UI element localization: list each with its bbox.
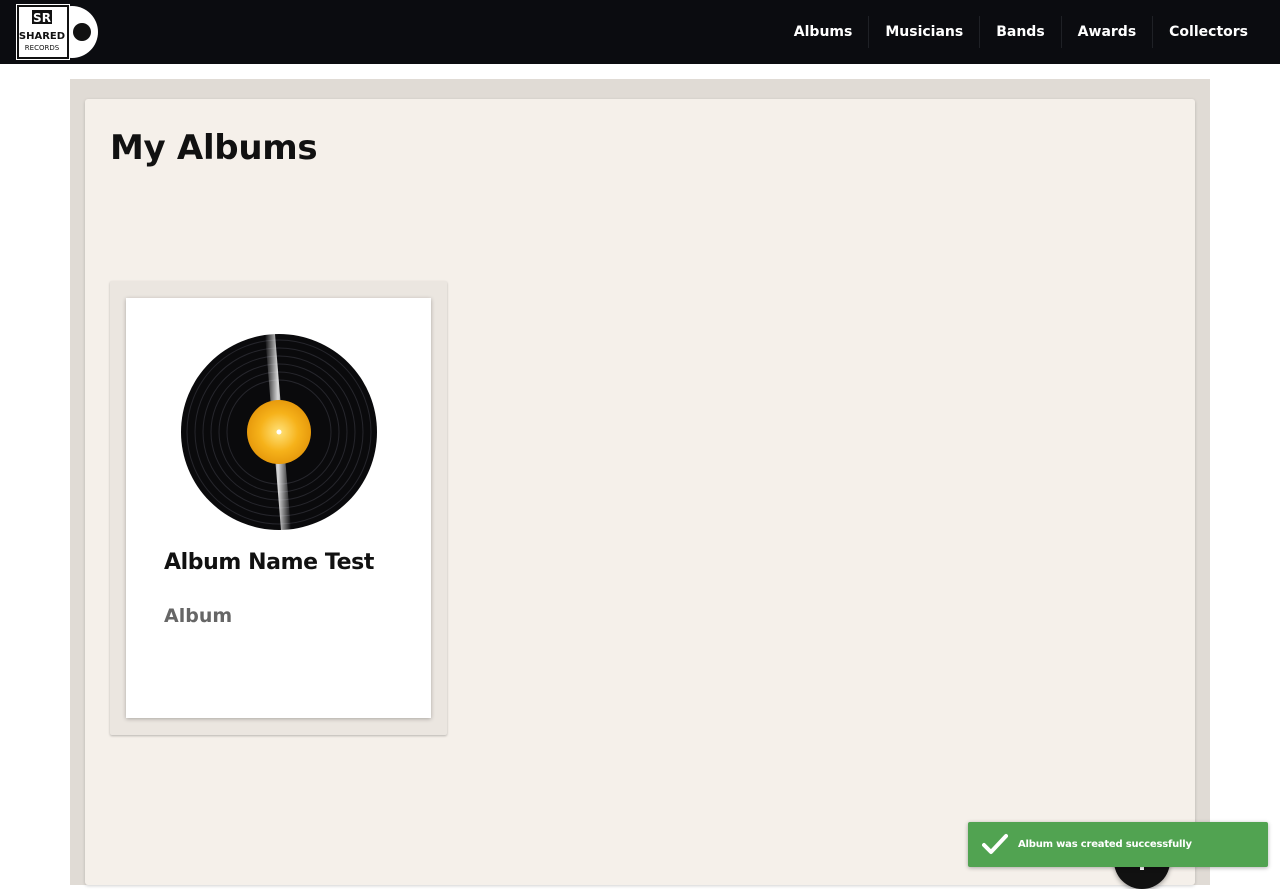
svg-text:SHARED: SHARED (19, 31, 65, 42)
vinyl-record-icon (181, 334, 377, 530)
top-navbar: SR SHARED RECORDS Albums Musicians Bands… (0, 0, 1280, 64)
main-nav: Albums Musicians Bands Awards Collectors (778, 0, 1264, 64)
toast-message: Album was created successfully (1018, 839, 1192, 850)
svg-text:SR: SR (33, 11, 51, 25)
svg-text:RECORDS: RECORDS (25, 44, 60, 52)
album-title[interactable]: Album Name Test (164, 550, 374, 575)
nav-bands[interactable]: Bands (979, 16, 1060, 48)
shared-records-logo[interactable]: SR SHARED RECORDS (16, 4, 100, 60)
check-icon (982, 834, 1008, 854)
nav-awards[interactable]: Awards (1060, 16, 1152, 48)
nav-collectors[interactable]: Collectors (1152, 16, 1264, 48)
page-title: My Albums (110, 128, 318, 168)
album-type: Album (164, 605, 233, 627)
nav-albums[interactable]: Albums (778, 16, 869, 48)
nav-musicians[interactable]: Musicians (868, 16, 979, 48)
success-toast[interactable]: Album was created successfully (968, 822, 1268, 867)
